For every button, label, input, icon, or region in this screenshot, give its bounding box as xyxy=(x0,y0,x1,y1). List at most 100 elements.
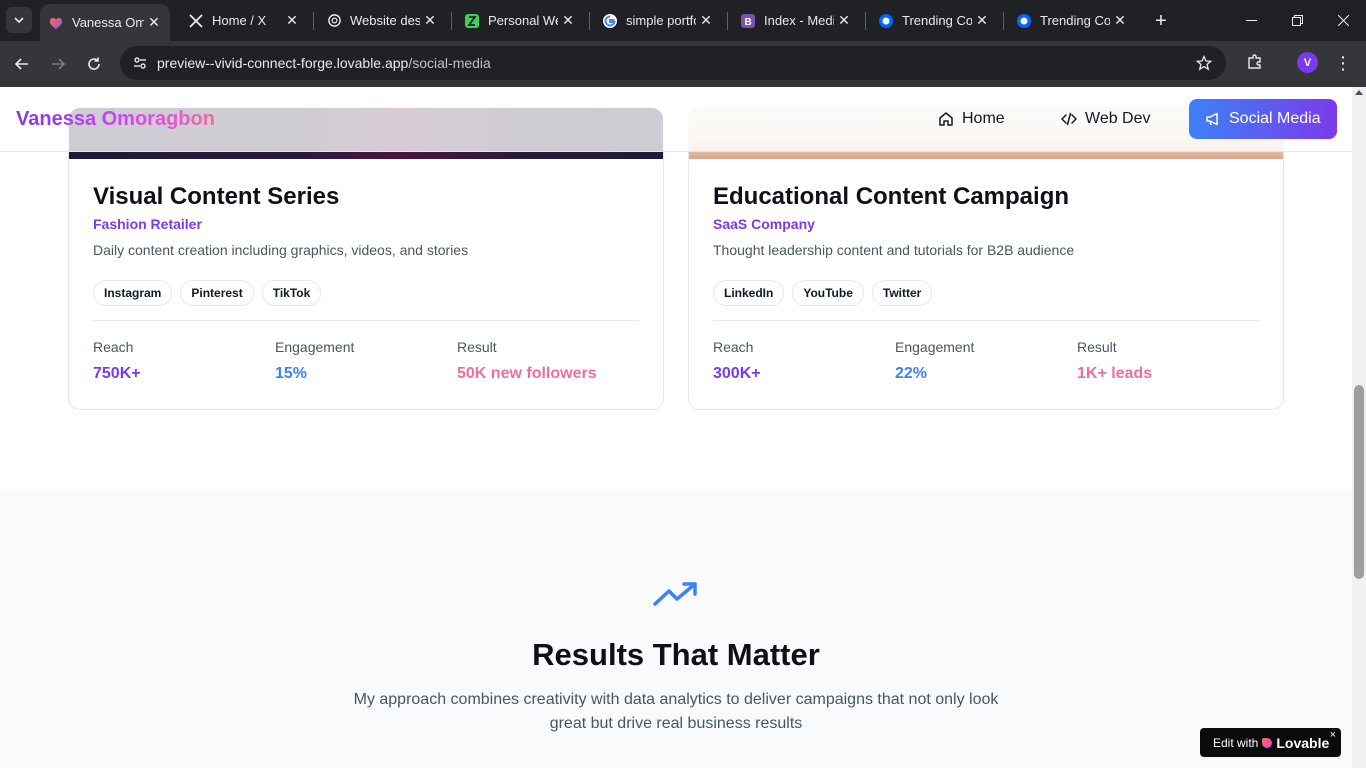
close-tab-icon[interactable]: ✕ xyxy=(1110,11,1130,31)
browser-tab[interactable]: Website desi ✕ xyxy=(318,0,446,41)
url-path: /social-media xyxy=(408,55,491,71)
stat-label: Engagement xyxy=(275,339,355,355)
project-client: SaaS Company xyxy=(713,216,815,232)
platform-tag: YouTube xyxy=(792,280,864,306)
badge-close-icon[interactable]: × xyxy=(1330,729,1336,741)
scroll-up-arrow-icon[interactable] xyxy=(1355,90,1363,95)
tab-title: Vanessa Om xyxy=(72,15,144,30)
nav-social-media[interactable]: Social Media xyxy=(1189,99,1337,139)
trending-up-icon xyxy=(653,582,697,606)
close-tab-icon[interactable]: ✕ xyxy=(144,13,164,33)
stat-value: 1K+ leads xyxy=(1077,365,1153,382)
tab-separator xyxy=(865,12,866,30)
tab-title: Website desi xyxy=(350,13,420,28)
stat-result: Result 1K+ leads xyxy=(1077,339,1259,383)
browser-tab[interactable]: Vanessa Om ✕ xyxy=(40,4,170,41)
platform-tags: LinkedIn YouTube Twitter xyxy=(713,280,1259,306)
tab-title: Trending Col xyxy=(902,13,972,28)
platform-tag: Twitter xyxy=(871,280,933,306)
project-title: Educational Content Campaign xyxy=(713,183,1070,210)
close-tab-icon[interactable]: ✕ xyxy=(834,11,854,31)
url-host: preview--vivid-connect-forge.lovable.app xyxy=(157,55,409,71)
stat-value: 300K+ xyxy=(713,365,761,382)
site-settings-icon[interactable] xyxy=(128,51,152,75)
page-scrollbar[interactable] xyxy=(1352,87,1366,768)
stat-label: Reach xyxy=(93,339,134,355)
site-brand[interactable]: Vanessa Omoragbon xyxy=(16,108,215,131)
project-stats: Reach 300K+ Engagement 22% Result 1K+ le… xyxy=(713,339,1259,383)
close-tab-icon[interactable]: ✕ xyxy=(558,11,578,31)
forward-arrow-icon[interactable] xyxy=(43,49,73,79)
project-title: Visual Content Series xyxy=(93,183,340,210)
platform-tag: Pinterest xyxy=(180,280,254,306)
nav-label: Home xyxy=(962,110,1005,127)
bookmark-star-icon[interactable] xyxy=(1192,51,1216,75)
google-icon xyxy=(602,13,618,29)
stat-label: Engagement xyxy=(895,339,975,355)
stat-value: 50K new followers xyxy=(457,365,597,382)
code-icon xyxy=(1061,112,1077,126)
nav-label: Web Dev xyxy=(1085,110,1151,127)
new-tab-button[interactable]: + xyxy=(1148,8,1174,34)
stat-label: Result xyxy=(457,339,497,355)
close-tab-icon[interactable]: ✕ xyxy=(696,11,716,31)
url-text: preview--vivid-connect-forge.lovable.app… xyxy=(157,55,491,71)
site-header: Vanessa Omoragbon Home Web Dev Social Me… xyxy=(0,87,1352,152)
edit-with-lovable-badge[interactable]: Edit with Lovable × xyxy=(1200,728,1341,757)
project-card: Educational Content Campaign SaaS Compan… xyxy=(688,107,1284,410)
close-tab-icon[interactable]: ✕ xyxy=(282,11,302,31)
address-bar[interactable]: preview--vivid-connect-forge.lovable.app… xyxy=(120,46,1226,80)
tab-title: Home / X xyxy=(212,13,267,28)
stat-engagement: Engagement 15% xyxy=(275,339,457,383)
browser-menu-icon[interactable]: ⋮ xyxy=(1333,50,1353,76)
browser-tab-strip: Vanessa Om ✕ Home / X ✕ Website desi ✕ P… xyxy=(0,0,1366,41)
browser-tab[interactable]: Trending Col ✕ xyxy=(870,0,998,41)
nav-home[interactable]: Home xyxy=(938,99,1005,139)
tab-title: simple portfo xyxy=(626,13,696,28)
card-divider xyxy=(93,320,639,321)
project-card: Visual Content Series Fashion Retailer D… xyxy=(68,107,664,410)
coolors-icon xyxy=(878,13,894,29)
stat-label: Result xyxy=(1077,339,1117,355)
profile-avatar[interactable]: V xyxy=(1297,52,1318,73)
badge-brand: Lovable xyxy=(1276,734,1330,751)
project-description: Thought leadership content and tutorials… xyxy=(713,242,1075,258)
platform-tag: LinkedIn xyxy=(713,280,785,306)
stat-engagement: Engagement 22% xyxy=(895,339,1077,383)
project-stats: Reach 750K+ Engagement 15% Result 50K ne… xyxy=(93,339,639,383)
tab-title: Trending Col xyxy=(1040,13,1110,28)
tab-title: Index - Medi xyxy=(764,13,834,28)
lovable-heart-icon xyxy=(1262,737,1273,748)
tab-title: Personal Wel xyxy=(488,13,558,28)
svg-text:B: B xyxy=(745,17,752,28)
minimize-icon[interactable] xyxy=(1228,0,1274,41)
close-tab-icon[interactable]: ✕ xyxy=(972,11,992,31)
badge-prefix: Edit with xyxy=(1213,735,1259,750)
reload-icon[interactable] xyxy=(79,49,109,79)
section-description: My approach combines creativity with dat… xyxy=(353,691,999,732)
framer-icon xyxy=(464,13,480,29)
chevron-down-icon xyxy=(14,17,24,24)
tab-search-button[interactable] xyxy=(6,7,32,33)
browser-tab[interactable]: Personal Wel ✕ xyxy=(456,0,584,41)
tab-separator xyxy=(451,12,452,30)
browser-tab[interactable]: B Index - Medi ✕ xyxy=(732,0,860,41)
browser-tab[interactable]: Home / X ✕ xyxy=(180,0,308,41)
back-arrow-icon[interactable] xyxy=(7,49,37,79)
browser-tab[interactable]: simple portfo ✕ xyxy=(594,0,722,41)
extensions-puzzle-icon[interactable] xyxy=(1242,49,1268,75)
x-logo-icon xyxy=(188,13,204,29)
lovable-heart-icon xyxy=(48,15,64,31)
browser-tab[interactable]: Trending Col ✕ xyxy=(1008,0,1136,41)
scrollbar-thumb[interactable] xyxy=(1354,385,1364,579)
bootstrap-icon: B xyxy=(740,13,756,29)
project-client: Fashion Retailer xyxy=(93,216,202,232)
stat-value: 750K+ xyxy=(93,365,141,382)
nav-web-dev[interactable]: Web Dev xyxy=(1061,99,1151,139)
stat-reach: Reach 750K+ xyxy=(93,339,275,383)
platform-tags: Instagram Pinterest TikTok xyxy=(93,280,639,306)
close-window-icon[interactable] xyxy=(1320,0,1366,41)
restore-icon[interactable] xyxy=(1274,0,1320,41)
tab-separator xyxy=(313,12,314,30)
close-tab-icon[interactable]: ✕ xyxy=(420,11,440,31)
